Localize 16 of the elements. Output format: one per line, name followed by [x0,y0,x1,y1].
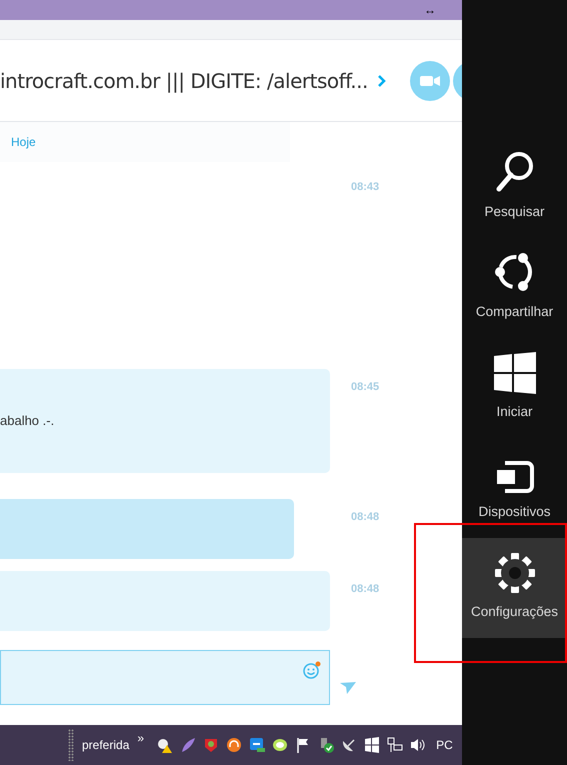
message-text: abalho .-. [0,412,54,430]
message-time: 08:48 [351,510,380,525]
charm-button[interactable]: Pesquisar [462,138,567,238]
conversation-title: introcraft.com.br ||| DIGITE: /alertsoff... [0,68,368,95]
overflow-glyph[interactable]: » [137,732,144,744]
charm-button[interactable]: Configurações [462,538,567,638]
message-time: 08:45 [351,380,380,395]
date-label: Hoje [11,134,36,151]
message-time: 08:48 [351,582,380,597]
resize-glyph[interactable]: ↔ [424,4,436,16]
charm-button[interactable]: Compartilhar [462,238,567,338]
charm-button[interactable]: Iniciar [462,338,567,438]
charm-button[interactable]: Dispositivos [462,438,567,538]
toolbar-label[interactable]: preferida [82,736,130,754]
message-time: 08:43 [351,180,380,195]
clock-text[interactable]: PC [436,736,453,754]
